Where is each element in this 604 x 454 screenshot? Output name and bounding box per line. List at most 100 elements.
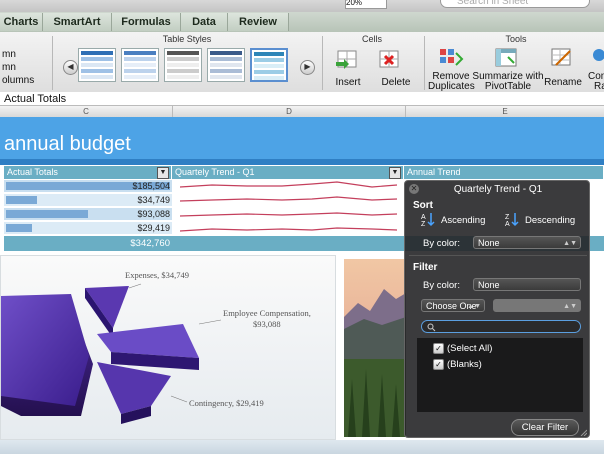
header-annual-trend[interactable]: Annual Trend <box>404 166 604 179</box>
popup-title: Quartely Trend - Q1 <box>453 184 543 195</box>
cell-value: $29,419 <box>137 223 170 233</box>
table-style-thumb[interactable] <box>78 48 116 82</box>
sparkline <box>179 227 398 232</box>
pivottable-icon[interactable] <box>494 47 520 69</box>
ribbon: mn mn olumns Table Styles ◀ ▶ Cells Inse… <box>0 32 604 93</box>
dropdown-arrows-icon: ▲▼ <box>467 303 481 310</box>
sort-by-color-label: By color: <box>423 238 460 249</box>
header-label: Quartely Trend - Q1 <box>175 167 255 177</box>
zoom-field[interactable]: 20% <box>345 0 387 9</box>
scroll-left-icon[interactable]: ◀ <box>63 60 78 75</box>
summarize-pivottable-label[interactable]: PivotTable <box>470 82 546 92</box>
table-row[interactable]: $34,749 <box>4 194 172 207</box>
cell-value: $93,088 <box>137 209 170 219</box>
ribbon-left-item[interactable]: mn <box>2 50 16 60</box>
filter-dropdown-icon[interactable]: ▼ <box>389 167 401 179</box>
ribbon-left-item[interactable]: olumns <box>2 76 34 86</box>
table-style-thumb[interactable] <box>207 48 245 82</box>
data-bar <box>6 224 32 232</box>
sort-descending-button[interactable]: Descending <box>525 215 575 226</box>
table-row[interactable]: $29,419 <box>4 222 172 235</box>
condition-dropdown[interactable]: Choose One ▲▼ <box>421 299 485 312</box>
pie-chart[interactable]: Expenses, $34,749 Employee Compensation,… <box>0 255 336 440</box>
pie-label-employee: Employee Compensation, <box>223 308 311 318</box>
sort-color-dropdown[interactable]: None ▲▼ <box>473 236 581 249</box>
table-style-thumb-selected[interactable] <box>250 48 288 82</box>
checkbox-checked-icon[interactable]: ✓ <box>433 359 444 370</box>
svg-text:A: A <box>421 214 426 221</box>
resize-grip-icon[interactable] <box>579 427 588 437</box>
table-style-thumb[interactable] <box>164 48 202 82</box>
remove-duplicates-label[interactable]: Duplicates <box>428 82 475 92</box>
cell-value: $185,504 <box>132 181 170 191</box>
filter-by-color-label: By color: <box>423 280 460 291</box>
sort-heading: Sort <box>413 200 433 211</box>
header-label: Actual Totals <box>7 167 58 177</box>
list-item[interactable]: (Blanks) <box>447 359 482 370</box>
ribbon-tabs: Charts SmartArt Formulas Data Review <box>0 12 604 33</box>
divider <box>424 36 425 90</box>
data-bar <box>6 196 37 204</box>
convert-icon[interactable] <box>590 47 604 69</box>
insert-cells-icon[interactable] <box>334 48 360 72</box>
tab-smartart[interactable]: SmartArt <box>43 13 112 31</box>
filter-popup[interactable]: ✕ Quartely Trend - Q1 Sort AZ Ascending … <box>404 180 590 438</box>
formula-bar[interactable]: Actual Totals <box>0 92 604 106</box>
search-icon <box>427 323 436 332</box>
condition-value-field[interactable]: ▲▼ <box>493 299 581 312</box>
header-quarterly-trend[interactable]: Quartely Trend - Q1 ▼ <box>172 166 404 179</box>
table-row[interactable]: $93,088 <box>4 208 172 221</box>
list-item[interactable]: (Select All) <box>447 343 492 354</box>
dropdown-value: None <box>478 280 500 290</box>
sort-descending-icon[interactable]: ZA <box>505 211 521 228</box>
filter-heading: Filter <box>413 262 438 273</box>
tab-review[interactable]: Review <box>228 13 289 31</box>
filter-color-dropdown[interactable]: None <box>473 278 581 291</box>
checkbox-checked-icon[interactable]: ✓ <box>433 343 444 354</box>
table-row[interactable]: $185,504 <box>4 180 172 193</box>
svg-text:A: A <box>505 221 510 227</box>
sparkline <box>179 181 398 188</box>
table-style-thumb[interactable] <box>121 48 159 82</box>
convert-label[interactable]: Ra <box>594 82 604 92</box>
pie-chart-graphic <box>1 283 221 424</box>
tab-charts[interactable]: Charts <box>0 13 43 31</box>
pie-label-employee-value: $93,088 <box>253 319 281 329</box>
column-header-e[interactable]: E <box>406 106 604 117</box>
bottom-bar <box>0 440 604 454</box>
cell-value: $34,749 <box>137 195 170 205</box>
dropdown-arrows-icon: ▲▼ <box>563 240 577 247</box>
cells-header: Cells <box>361 34 382 44</box>
data-bar <box>6 210 88 218</box>
total-value: $342,760 <box>130 238 170 249</box>
filter-dropdown-icon[interactable]: ▼ <box>157 167 169 179</box>
sort-ascending-icon[interactable]: AZ <box>421 211 437 228</box>
search-input[interactable]: Search in Sheet <box>440 0 590 8</box>
remove-duplicates-icon[interactable] <box>438 47 464 69</box>
header-label: Annual Trend <box>407 167 461 177</box>
table-styles-header: Table Styles <box>162 34 212 44</box>
insert-button[interactable]: Insert <box>330 78 366 88</box>
tab-formulas[interactable]: Formulas <box>112 13 181 31</box>
filter-search-input[interactable] <box>421 320 581 333</box>
column-header-c[interactable]: C <box>0 106 173 117</box>
landscape-photo[interactable] <box>344 259 406 437</box>
divider <box>409 255 587 256</box>
sheet-title: annual budget <box>4 133 131 155</box>
scroll-right-icon[interactable]: ▶ <box>300 60 315 75</box>
divider <box>52 36 53 90</box>
svg-text:Z: Z <box>505 214 510 221</box>
rename-icon[interactable] <box>550 47 574 69</box>
header-actual-totals[interactable]: Actual Totals ▼ <box>4 166 172 179</box>
clear-filter-button[interactable]: Clear Filter <box>511 419 579 436</box>
delete-cells-icon[interactable] <box>376 48 402 72</box>
banner-stripe <box>0 159 604 165</box>
delete-button[interactable]: Delete <box>376 78 416 88</box>
tab-data[interactable]: Data <box>181 13 228 31</box>
rename-button[interactable]: Rename <box>544 78 582 88</box>
pie-label-expenses: Expenses, $34,749 <box>125 270 189 280</box>
ribbon-left-item[interactable]: mn <box>2 63 16 73</box>
svg-text:Z: Z <box>421 221 426 227</box>
sort-ascending-button[interactable]: Ascending <box>441 215 485 226</box>
column-header-d[interactable]: D <box>173 106 406 117</box>
